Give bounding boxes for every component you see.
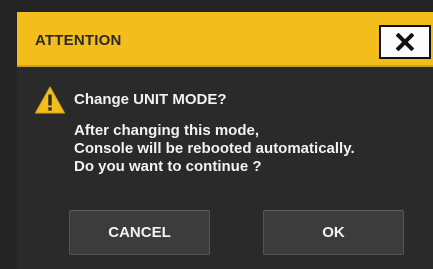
- close-button[interactable]: [379, 25, 431, 59]
- attention-dialog: ATTENTION Change UNIT MODE? After changi…: [17, 12, 433, 269]
- message-line-2: Console will be rebooted automatically.: [74, 140, 355, 157]
- dialog-body: Change UNIT MODE? After changing this mo…: [17, 67, 433, 269]
- message-line-1: After changing this mode,: [74, 122, 260, 139]
- cancel-button[interactable]: CANCEL: [69, 210, 210, 255]
- dialog-title-bar: ATTENTION: [17, 12, 433, 67]
- warning-triangle-icon: [34, 85, 66, 115]
- message-line-3: Do you want to continue ?: [74, 158, 262, 175]
- close-x-icon: [396, 33, 414, 51]
- ok-button[interactable]: OK: [263, 210, 404, 255]
- dialog-title: ATTENTION: [35, 32, 122, 49]
- dialog-headline: Change UNIT MODE?: [74, 91, 227, 108]
